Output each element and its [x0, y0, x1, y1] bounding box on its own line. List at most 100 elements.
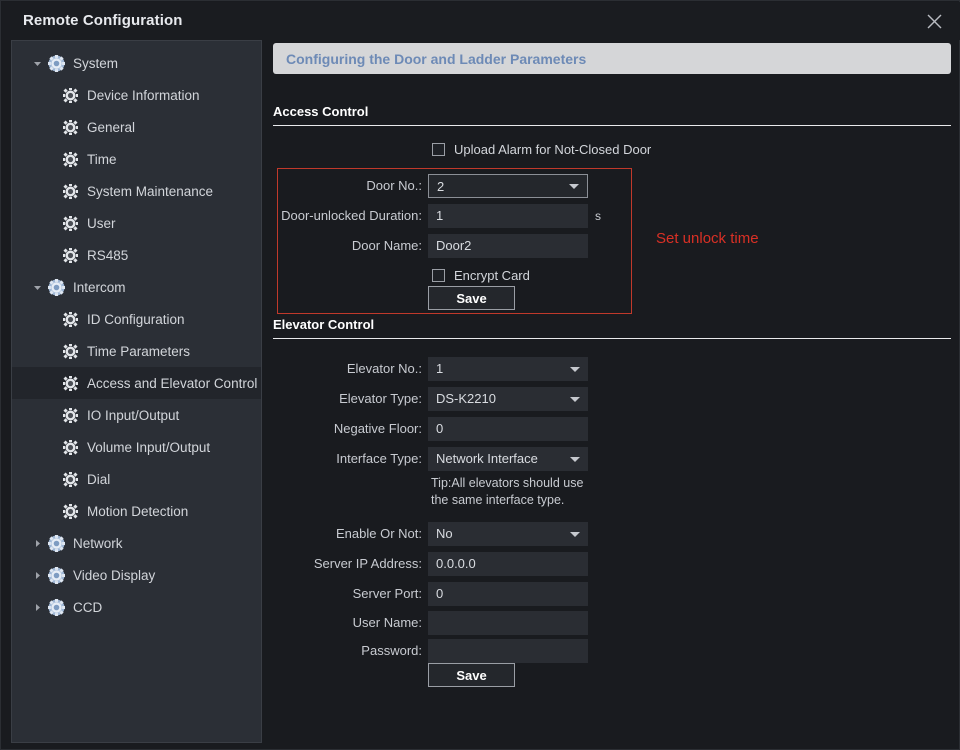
- sidebar-item-network[interactable]: Network: [12, 527, 261, 559]
- interface-type-tip: Tip:All elevators should use the same in…: [431, 476, 584, 507]
- sidebar-item-rs485[interactable]: RS485: [12, 239, 261, 271]
- door-name-row: Door Name:: [270, 234, 422, 258]
- duration-input[interactable]: 1: [428, 204, 588, 228]
- close-icon[interactable]: [917, 7, 951, 35]
- negative-floor-label: Negative Floor:: [333, 421, 422, 436]
- sidebar-item-time[interactable]: Time: [12, 143, 261, 175]
- gear-icon: [62, 407, 79, 424]
- sidebar-item-user[interactable]: User: [12, 207, 261, 239]
- sidebar-item-label: IO Input/Output: [87, 407, 180, 423]
- sidebar-item-label: Access and Elevator Control: [87, 375, 258, 391]
- elevator-no-value: 1: [436, 361, 444, 376]
- server-ip-input[interactable]: 0.0.0.0: [428, 552, 588, 576]
- elevator-type-select[interactable]: DS-K2210: [428, 387, 588, 411]
- chevron-right-icon[interactable]: [30, 559, 44, 591]
- gear-icon: [62, 375, 79, 392]
- sidebar-item-label: Dial: [87, 471, 111, 487]
- sidebar-item-access-and-elevator-control[interactable]: Access and Elevator Control: [12, 367, 261, 399]
- password-row: Password:: [270, 639, 422, 663]
- config-tree[interactable]: System Device Information General Time S…: [12, 41, 261, 623]
- gear-icon: [62, 311, 79, 328]
- elevator-no-row: Elevator No.:: [270, 357, 422, 381]
- upload-alarm-checkbox-row[interactable]: Upload Alarm for Not-Closed Door: [432, 139, 651, 159]
- password-label: Password:: [361, 643, 422, 658]
- banner: Configuring the Door and Ladder Paramete…: [273, 43, 951, 74]
- access-control-save-button[interactable]: Save: [428, 286, 515, 310]
- sidebar-item-label: General: [87, 119, 136, 135]
- sidebar-item-label: Time Parameters: [87, 343, 191, 359]
- elevator-no-select[interactable]: 1: [428, 357, 588, 381]
- duration-value: 1: [436, 208, 444, 223]
- sidebar-item-system[interactable]: System: [12, 47, 261, 79]
- sidebar-item-intercom[interactable]: Intercom: [12, 271, 261, 303]
- server-port-value: 0: [436, 586, 444, 601]
- password-input[interactable]: [428, 639, 588, 663]
- page-title: Remote Configuration: [23, 12, 183, 29]
- chevron-down-icon: [570, 397, 580, 402]
- door-name-value: Door2: [436, 238, 472, 253]
- interface-type-select[interactable]: Network Interface: [428, 447, 588, 471]
- gear-icon: [48, 54, 65, 72]
- sidebar-item-label: Device Information: [87, 87, 200, 103]
- gear-icon: [48, 534, 65, 552]
- sidebar-item-volume-input-output[interactable]: Volume Input/Output: [12, 431, 261, 463]
- access-control-divider: [273, 125, 951, 126]
- interface-type-value: Network Interface: [436, 451, 538, 466]
- sidebar-item-label: RS485: [87, 247, 129, 263]
- content-panel: Configuring the Door and Ladder Paramete…: [270, 40, 951, 743]
- sidebar-item-label: System Maintenance: [87, 183, 214, 199]
- gear-icon: [62, 183, 79, 200]
- gear-icon: [62, 87, 79, 104]
- chevron-down-icon[interactable]: [30, 47, 44, 79]
- sidebar-item-device-information[interactable]: Device Information: [12, 79, 261, 111]
- sidebar-item-label: Intercom: [73, 279, 126, 295]
- sidebar-item-system-maintenance[interactable]: System Maintenance: [12, 175, 261, 207]
- elevator-no-label: Elevator No.:: [346, 361, 422, 376]
- elevator-type-row: Elevator Type:: [270, 387, 422, 411]
- sidebar-item-motion-detection[interactable]: Motion Detection: [12, 495, 261, 527]
- server-ip-label: Server IP Address:: [313, 556, 422, 571]
- enable-select[interactable]: No: [428, 522, 588, 546]
- user-name-row: User Name:: [270, 611, 422, 635]
- sidebar-item-id-configuration[interactable]: ID Configuration: [12, 303, 261, 335]
- sidebar-item-time-parameters[interactable]: Time Parameters: [12, 335, 261, 367]
- gear-icon: [48, 278, 65, 296]
- door-no-row: Door No.:: [270, 174, 422, 198]
- gear-icon: [62, 439, 79, 456]
- door-no-value: 2: [437, 179, 445, 194]
- negative-floor-input[interactable]: 0: [428, 417, 588, 441]
- banner-text: Configuring the Door and Ladder Paramete…: [286, 50, 587, 67]
- encrypt-card-checkbox[interactable]: [432, 268, 445, 282]
- upload-alarm-checkbox[interactable]: [432, 142, 445, 156]
- duration-label: Door-unlocked Duration:: [281, 208, 422, 223]
- sidebar-item-label: Motion Detection: [87, 503, 189, 519]
- door-name-input[interactable]: Door2: [428, 234, 588, 258]
- server-port-input[interactable]: 0: [428, 582, 588, 606]
- sidebar-item-dial[interactable]: Dial: [12, 463, 261, 495]
- sidebar-item-label: User: [87, 215, 116, 231]
- encrypt-card-label: Encrypt Card: [454, 267, 530, 283]
- title-bar: Remote Configuration: [2, 2, 960, 40]
- sidebar-item-io-input-output[interactable]: IO Input/Output: [12, 399, 261, 431]
- elevator-control-heading: Elevator Control: [273, 317, 375, 332]
- sidebar-item-general[interactable]: General: [12, 111, 261, 143]
- encrypt-card-checkbox-row[interactable]: Encrypt Card: [432, 265, 530, 285]
- sidebar-item-ccd[interactable]: CCD: [12, 591, 261, 623]
- navigation-sidebar[interactable]: System Device Information General Time S…: [11, 40, 262, 743]
- gear-icon: [48, 598, 65, 616]
- interface-type-row: Interface Type:: [270, 447, 422, 471]
- gear-icon: [62, 215, 79, 232]
- sidebar-item-label: CCD: [73, 599, 103, 615]
- chevron-down-icon: [570, 367, 580, 372]
- user-name-input[interactable]: [428, 611, 588, 635]
- sidebar-item-video-display[interactable]: Video Display: [12, 559, 261, 591]
- elevator-control-divider: [273, 338, 951, 339]
- negative-floor-row: Negative Floor:: [270, 417, 422, 441]
- elevator-control-save-button[interactable]: Save: [428, 663, 515, 687]
- chevron-right-icon[interactable]: [30, 527, 44, 559]
- chevron-down-icon[interactable]: [30, 271, 44, 303]
- door-no-select[interactable]: 2: [428, 174, 588, 198]
- gear-icon: [62, 343, 79, 360]
- chevron-down-icon: [570, 457, 580, 462]
- chevron-right-icon[interactable]: [30, 591, 44, 623]
